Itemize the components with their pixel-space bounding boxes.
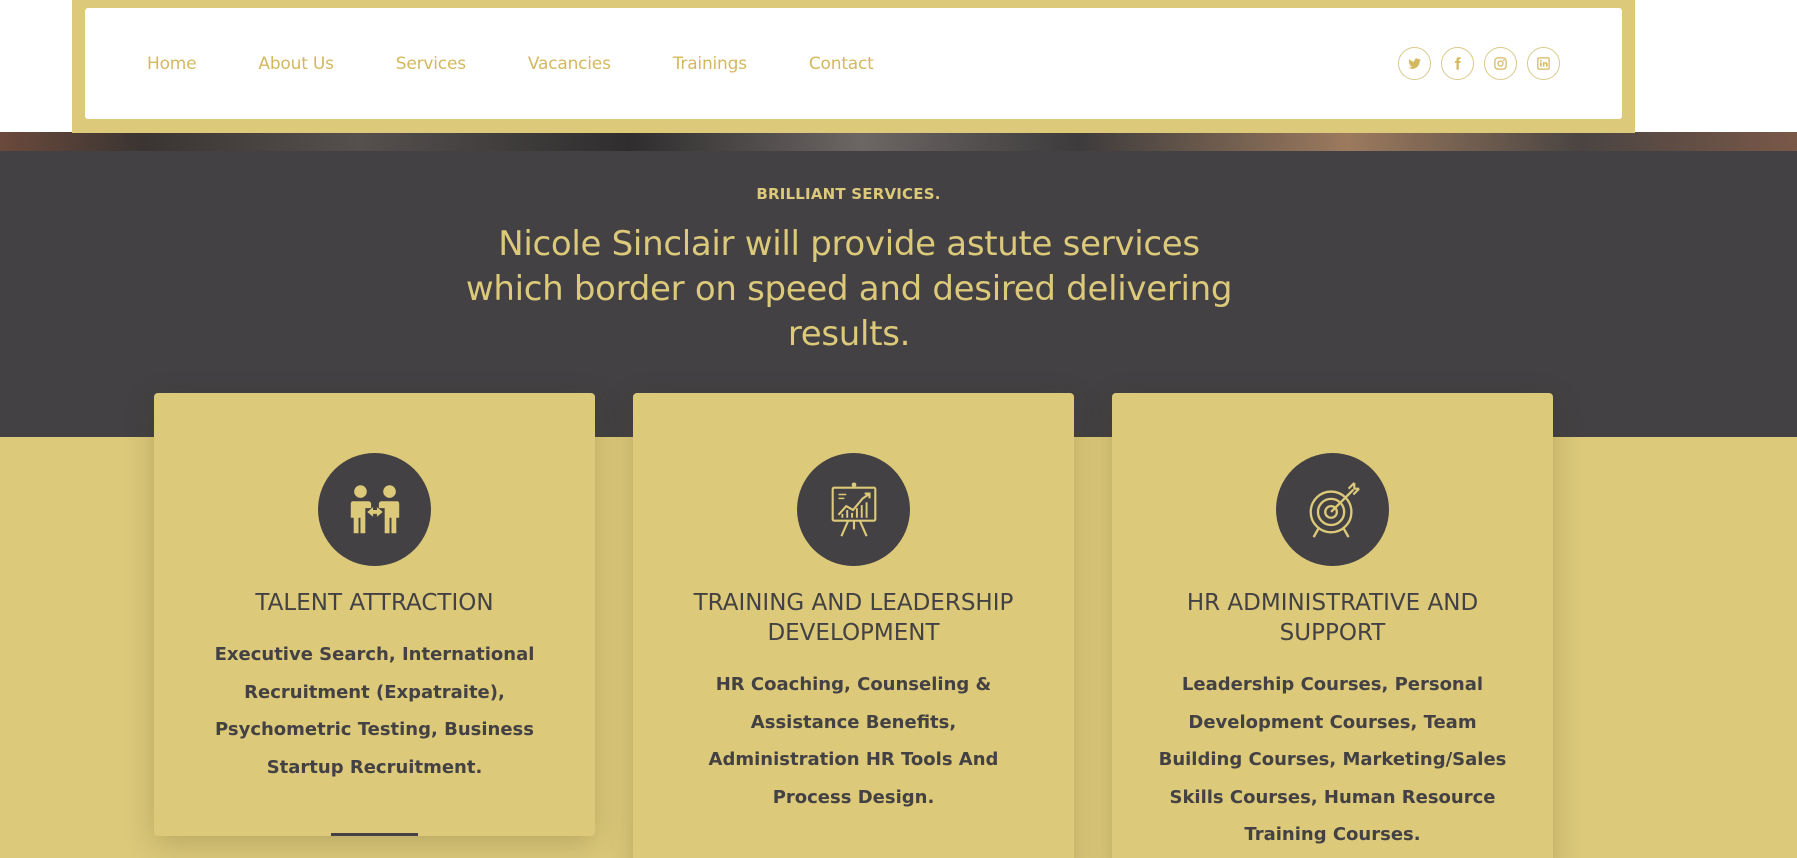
- navbar-panel: Home About Us Services Vacancies Trainin…: [85, 8, 1622, 119]
- main-menu: Home About Us Services Vacancies Trainin…: [147, 8, 936, 119]
- instagram-icon: [1494, 57, 1507, 70]
- nav-about-us[interactable]: About Us: [258, 54, 334, 74]
- presentation-board-icon: [831, 481, 876, 537]
- hero-photo-strip: [0, 132, 1797, 152]
- service-card-talent-attraction: TALENT ATTRACTION Executive Search, Inte…: [154, 393, 595, 836]
- service-icon-badge: [1276, 453, 1389, 566]
- facebook-icon: [1455, 57, 1461, 70]
- service-icon-badge: [318, 453, 431, 566]
- service-icon-badge: [797, 453, 910, 566]
- service-title: TALENT ATTRACTION: [255, 590, 494, 616]
- nav-contact[interactable]: Contact: [809, 54, 874, 74]
- service-card-hr-administrative: HR ADMINISTRATIVE AND SUPPORT Leadership…: [1112, 393, 1553, 858]
- linkedin-link[interactable]: [1527, 47, 1560, 80]
- nav-trainings[interactable]: Trainings: [673, 54, 747, 74]
- target-icon: [1309, 481, 1360, 538]
- card-hover-indicator: [331, 833, 418, 836]
- section-headline: Nicole Sinclair will provide astute serv…: [465, 224, 1233, 354]
- linkedin-icon: [1537, 57, 1550, 70]
- nav-services[interactable]: Services: [396, 54, 466, 74]
- service-card-training-leadership: TRAINING AND LEADERSHIP DEVELOPMENT HR C…: [633, 393, 1074, 858]
- service-title: HR ADMINISTRATIVE AND SUPPORT: [1186, 590, 1479, 646]
- instagram-link[interactable]: [1484, 47, 1517, 80]
- service-description: HR Coaching, Counseling & Assistance Ben…: [708, 674, 999, 808]
- facebook-link[interactable]: [1441, 47, 1474, 80]
- nav-vacancies[interactable]: Vacancies: [528, 54, 611, 74]
- service-title: TRAINING AND LEADERSHIP DEVELOPMENT: [693, 590, 1014, 646]
- service-description: Leadership Courses, Personal Development…: [1158, 674, 1507, 845]
- social-links: [1398, 47, 1560, 80]
- twitter-link[interactable]: [1398, 47, 1431, 80]
- twitter-icon: [1408, 58, 1421, 69]
- nav-home[interactable]: Home: [147, 54, 197, 74]
- service-description: Executive Search, International Recruitm…: [214, 644, 535, 778]
- section-kicker: BRILLIANT SERVICES.: [756, 185, 941, 203]
- people-exchange-icon: [350, 484, 399, 533]
- navbar: Home About Us Services Vacancies Trainin…: [72, 0, 1635, 133]
